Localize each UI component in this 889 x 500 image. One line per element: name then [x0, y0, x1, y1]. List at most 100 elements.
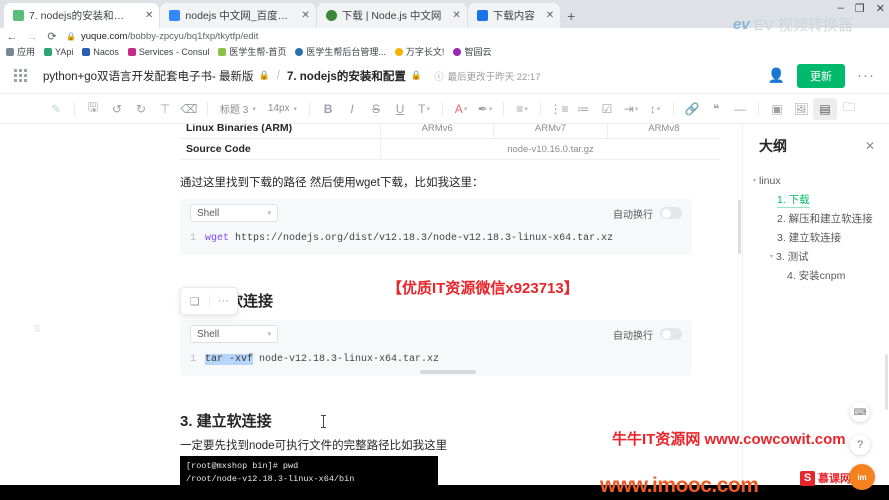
tab-close-icon[interactable]: ✕ [452, 10, 460, 21]
font-size-select[interactable]: 14px ▾ [262, 103, 303, 114]
browser-tab-1[interactable]: 7. nodejs的安装和配置 - 语雀 ✕ [4, 3, 160, 28]
superscript-button[interactable]: T ▾ [412, 98, 436, 120]
code-block-button[interactable]: ▣ [765, 98, 789, 120]
tab-title: nodejs 中文网_百度搜索 [185, 10, 291, 22]
bookmark-zhiyuanyun[interactable]: 智园云 [453, 45, 491, 58]
outline-item-extract-symlink[interactable]: 2. 解压和建立软连接 [743, 209, 889, 228]
outline-item-symlink[interactable]: 3. 建立软连接 [743, 228, 889, 247]
browser-tab-3[interactable]: 下载 | Node.js 中文网 ✕ [316, 3, 467, 28]
word-wrap-toggle[interactable] [660, 328, 682, 340]
block-more-icon[interactable]: ··· [210, 295, 238, 307]
divider-button[interactable]: — [728, 98, 752, 120]
paint-format-icon[interactable]: ⊤ [153, 98, 177, 120]
attachment-button[interactable]: 🗀 [837, 98, 861, 120]
image-button[interactable]: 🖼 [789, 98, 813, 120]
lock-icon: 🔒 [410, 70, 423, 80]
code-block-tar[interactable]: Shell ▾ 自动换行 1 tar -xvf node-v12.18.3-li… [180, 320, 692, 376]
bookmark-yixuesheng-home[interactable]: 医学生帮-首页 [218, 45, 286, 58]
bookmark-consul[interactable]: Services - Consul [127, 46, 210, 57]
close-window-icon[interactable]: ✕ [876, 2, 885, 15]
code-block-body[interactable]: 1 wget https://nodejs.org/dist/v12.18.3/… [180, 227, 692, 255]
quote-button[interactable]: ❝ [704, 98, 728, 120]
bookmark-yixuesheng-admin[interactable]: 医学生帮后台管理... [295, 45, 386, 58]
chevron-down-icon[interactable]: ▾ [767, 253, 776, 260]
document-scrollbar[interactable] [738, 200, 741, 254]
word-wrap-control[interactable]: 自动换行 [613, 206, 682, 221]
close-icon[interactable]: ✕ [865, 139, 875, 153]
align-button[interactable]: ≡ ▾ [510, 98, 534, 120]
browser-tab-2[interactable]: nodejs 中文网_百度搜索 ✕ [160, 3, 316, 28]
bookmark-favicon [218, 47, 227, 56]
bullet-list-button[interactable]: ⋮≡ [547, 98, 571, 120]
bookmark-apps[interactable]: 应用 [6, 45, 35, 58]
underline-button[interactable]: U [388, 98, 412, 120]
update-button[interactable]: 更新 [797, 63, 845, 88]
bookmark-wanzi[interactable]: 万字长文! [394, 45, 444, 58]
outline-scrollbar[interactable] [885, 354, 888, 410]
chevron-down-icon: ▾ [463, 105, 468, 113]
browser-tab-4[interactable]: 下载内容 ✕ [467, 3, 561, 28]
code-horizontal-scrollbar[interactable] [420, 370, 476, 374]
tab-close-icon[interactable]: ✕ [145, 10, 153, 21]
bold-button[interactable]: B [316, 98, 340, 120]
outline-header: 大纲 ✕ [743, 136, 889, 156]
chevron-down-icon[interactable]: ▾ [750, 177, 759, 184]
toolbar-divider [442, 101, 444, 116]
toolbar-divider [207, 101, 208, 116]
highlight-color-button[interactable]: ✒ ▾ [473, 98, 497, 120]
copy-block-icon[interactable]: ❏ [181, 295, 209, 308]
code-selected-text: tar -xvf [205, 354, 254, 365]
outline-item-linux[interactable]: ▾ linux [743, 171, 889, 190]
imooc-badge-text: 慕课网 [818, 473, 851, 485]
block-drag-handle[interactable]: ⠿ [34, 325, 42, 334]
code-language-select[interactable]: Shell ▾ [190, 204, 278, 222]
outline-item-test[interactable]: ▾ 3. 测试 [743, 247, 889, 266]
more-options-button[interactable]: ··· [857, 67, 875, 84]
help-button[interactable]: ? [850, 435, 870, 455]
back-icon[interactable]: ← [6, 31, 18, 43]
apps-grid-icon[interactable] [14, 69, 27, 82]
promo-watermark-wechat: 【优质IT资源微信x923713】 [387, 280, 579, 297]
code-block-wget[interactable]: Shell ▾ 自动换行 1 wget https://nodejs.org/d… [180, 199, 692, 255]
bookmark-label: 医学生帮-首页 [229, 47, 287, 57]
page-title: 7. nodejs的安装和配置 [286, 70, 406, 83]
redo-icon[interactable]: ↻ [129, 98, 153, 120]
table-button[interactable]: ▤ [813, 97, 838, 120]
indent-button[interactable]: ⇥ ▾ [619, 98, 643, 120]
word-wrap-toggle[interactable] [660, 207, 682, 219]
font-size-value: 14px [267, 103, 290, 114]
word-wrap-control[interactable]: 自动换行 [613, 327, 682, 342]
clear-format-icon[interactable]: ⌫ [177, 98, 201, 120]
new-tab-button[interactable]: + [567, 8, 575, 24]
ev-watermark-text: EV 视频转换器 [753, 17, 853, 34]
reload-icon[interactable]: ⟳ [46, 30, 58, 43]
text-color-button[interactable]: A ▾ [449, 98, 473, 120]
tab-close-icon[interactable]: ✕ [546, 10, 554, 21]
bookmark-nacos[interactable]: Nacos [82, 47, 119, 57]
breadcrumb-book[interactable]: python+go双语言开发配套电子书- 最新版 [43, 68, 254, 84]
keyboard-shortcut-button[interactable]: ⌨ [850, 402, 870, 422]
undo-icon[interactable]: ↺ [105, 98, 129, 120]
code-language-select[interactable]: Shell ▾ [190, 325, 278, 343]
code-keyword: wget [205, 233, 230, 244]
checklist-button[interactable]: ☑ [595, 98, 619, 120]
numbered-list-button[interactable]: ≔ [571, 98, 595, 120]
tab-favicon [13, 10, 24, 21]
strikethrough-button[interactable]: S [364, 98, 388, 120]
outline-item-install-cnpm[interactable]: 4. 安装cnpm [743, 266, 889, 285]
bookmark-yapi[interactable]: YApi [44, 47, 73, 57]
save-icon[interactable]: 🖫 [81, 98, 105, 120]
outline-title: 大纲 [759, 138, 787, 154]
heading-style-select[interactable]: 标题 3 ▾ [214, 101, 262, 116]
link-button[interactable]: 🔗 [680, 98, 704, 120]
tab-close-icon[interactable]: ✕ [301, 10, 309, 21]
line-height-button[interactable]: ↕ ▾ [643, 98, 667, 120]
add-member-icon[interactable]: 👤 [768, 67, 785, 84]
outline-item-download[interactable]: 1. 下载 [743, 190, 889, 209]
info-icon[interactable]: ⓘ [434, 69, 444, 83]
format-painter-icon[interactable]: ✎ [44, 98, 68, 120]
maximize-icon[interactable]: ❐ [855, 2, 865, 15]
forward-icon[interactable]: → [26, 31, 38, 43]
bookmark-label: Services - Consul [138, 46, 210, 57]
italic-button[interactable]: I [340, 98, 364, 120]
